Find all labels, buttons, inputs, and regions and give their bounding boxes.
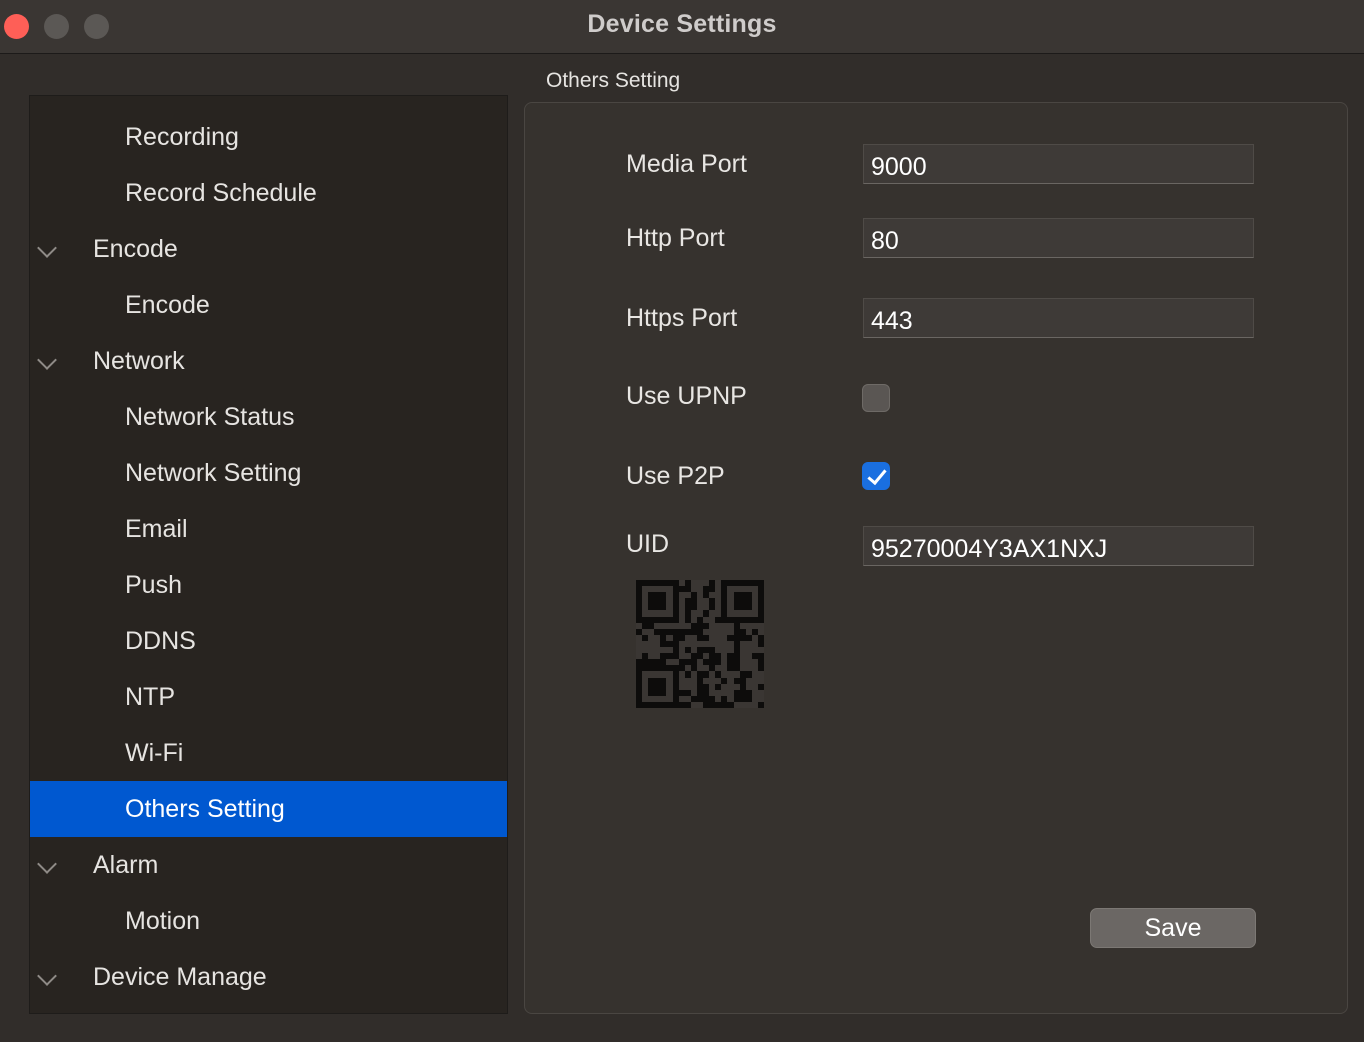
sidebar-item-label: Wi-Fi <box>125 739 184 767</box>
http-port-label: Http Port <box>626 224 725 252</box>
window-title: Device Settings <box>587 10 777 38</box>
qr-code-icon <box>636 580 764 708</box>
http-port-input[interactable] <box>863 218 1254 258</box>
settings-tree[interactable]: Recording Record Schedule Encode Encode Netw… <box>29 95 508 1014</box>
sidebar-item-label: Record Schedule <box>125 179 317 207</box>
sidebar-item-encode-group[interactable]: Encode <box>30 221 507 277</box>
sidebar-item-label: DDNS <box>125 627 196 655</box>
sidebar-item-device-manage-group[interactable]: Device Manage <box>30 949 507 1005</box>
sidebar-item-others-setting[interactable]: Others Setting <box>30 781 507 837</box>
sidebar-item-label: Encode <box>93 235 178 263</box>
sidebar-item-label: Recording <box>125 123 239 151</box>
sidebar-item-record-schedule[interactable]: Record Schedule <box>30 165 507 221</box>
sidebar-item-ddns[interactable]: DDNS <box>30 613 507 669</box>
use-p2p-label: Use P2P <box>626 462 725 490</box>
sidebar-item-label: Network Status <box>125 403 295 431</box>
sidebar-item-network-setting[interactable]: Network Setting <box>30 445 507 501</box>
chevron-down-icon[interactable] <box>37 854 57 874</box>
media-port-label: Media Port <box>626 150 747 178</box>
sidebar-item-label: Network <box>93 347 185 375</box>
save-button[interactable]: Save <box>1090 908 1256 948</box>
uid-label: UID <box>626 530 670 558</box>
sidebar-item-wi-fi[interactable]: Wi-Fi <box>30 725 507 781</box>
sidebar-item-motion[interactable]: Motion <box>30 893 507 949</box>
sidebar-item-email[interactable]: Email <box>30 501 507 557</box>
sidebar-item-push[interactable]: Push <box>30 557 507 613</box>
sidebar-item-network-group[interactable]: Network <box>30 333 507 389</box>
sidebar-item-label: Device Manage <box>93 963 267 991</box>
sidebar-item-label: NTP <box>125 683 175 711</box>
chevron-down-icon[interactable] <box>37 350 57 370</box>
chevron-down-icon[interactable] <box>37 238 57 258</box>
use-upnp-checkbox[interactable] <box>862 384 890 412</box>
sidebar-item-alarm-group[interactable]: Alarm <box>30 837 507 893</box>
group-title: Others Setting <box>546 69 681 92</box>
use-p2p-checkbox[interactable] <box>862 462 890 490</box>
sidebar-item-label: Network Setting <box>125 459 302 487</box>
uid-input[interactable] <box>863 526 1254 566</box>
https-port-input[interactable] <box>863 298 1254 338</box>
sidebar-item-label: Email <box>125 515 188 543</box>
title-bar: Device Settings <box>0 0 1364 54</box>
sidebar-item-label: Others Setting <box>125 795 285 823</box>
sidebar-item-recording[interactable]: Recording <box>30 109 507 165</box>
sidebar-item-encode[interactable]: Encode <box>30 277 507 333</box>
sidebar-item-ntp[interactable]: NTP <box>30 669 507 725</box>
sidebar-item-label: Alarm <box>93 851 159 879</box>
sidebar-item-label: Motion <box>125 907 201 935</box>
chevron-down-icon[interactable] <box>37 966 57 986</box>
use-upnp-label: Use UPNP <box>626 382 747 410</box>
media-port-input[interactable] <box>863 144 1254 184</box>
sidebar-item-label: Push <box>125 571 182 599</box>
https-port-label: Https Port <box>626 304 738 332</box>
sidebar-item-label: Encode <box>125 291 210 319</box>
sidebar-item-network-status[interactable]: Network Status <box>30 389 507 445</box>
